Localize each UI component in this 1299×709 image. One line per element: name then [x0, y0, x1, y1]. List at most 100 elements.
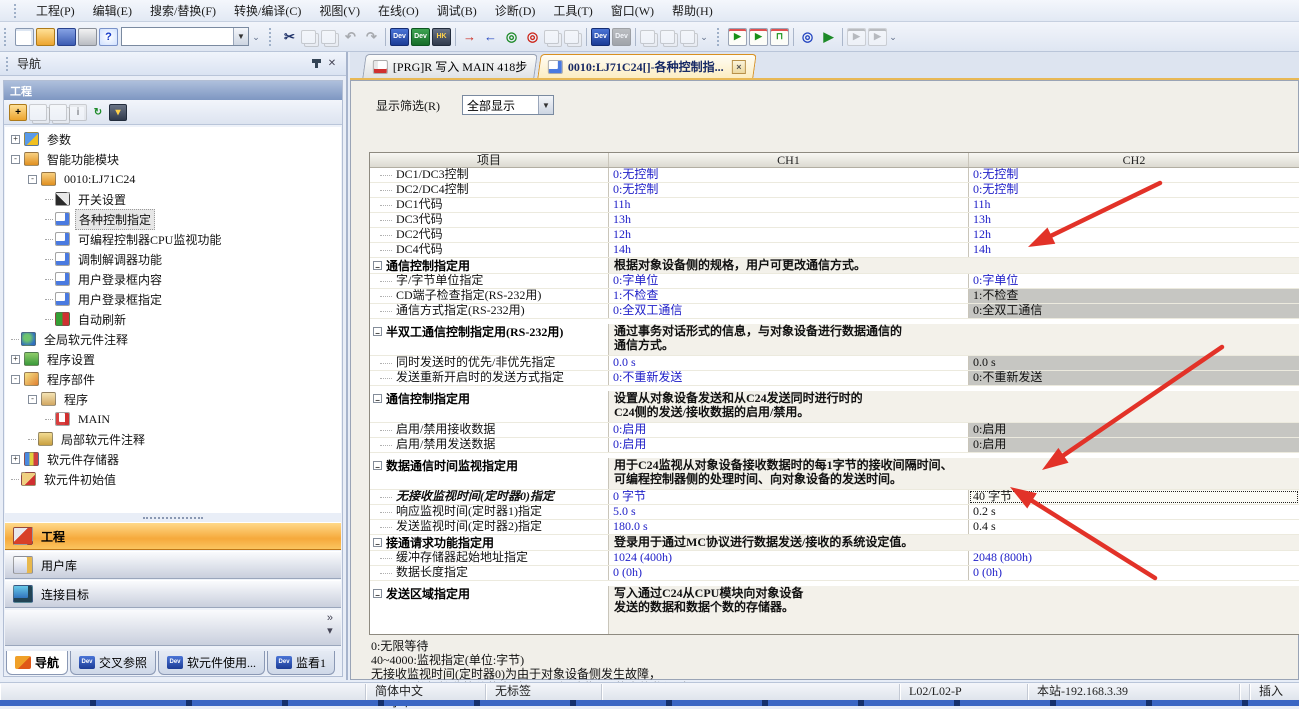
ch1-value-cell[interactable]: 0:无控制: [609, 183, 969, 197]
verify-with-plc-icon[interactable]: ◎: [502, 28, 521, 46]
expand-icon[interactable]: +: [11, 355, 20, 364]
tree-item-label[interactable]: 程序部件: [44, 370, 98, 389]
refresh-view-icon[interactable]: ↻: [89, 104, 107, 121]
menu-item-搜索/替换(F)[interactable]: 搜索/替换(F): [141, 0, 225, 21]
toolbar-overflow-chevron[interactable]: ⌄: [251, 26, 261, 48]
dock-tab-交叉参照[interactable]: Dev交叉参照: [70, 651, 156, 675]
collapse-icon[interactable]: −: [373, 538, 382, 547]
monitor-stop-icon[interactable]: ▶: [749, 28, 768, 46]
menu-item-转换/编译(C)[interactable]: 转换/编译(C): [225, 0, 310, 21]
tree-item[interactable]: -智能功能模块: [5, 149, 341, 169]
close-icon[interactable]: ×: [732, 60, 746, 74]
tree-item-label[interactable]: 0010:LJ71C24: [61, 171, 138, 188]
menu-item-工具(T)[interactable]: 工具(T): [544, 0, 601, 21]
menu-item-调试(B)[interactable]: 调试(B): [428, 0, 486, 21]
tree-item-label[interactable]: 开关设置: [75, 190, 129, 209]
tree-item-label[interactable]: 软元件初始值: [41, 470, 119, 489]
menu-item-编辑(E)[interactable]: 编辑(E): [84, 0, 141, 21]
ch2-value-cell[interactable]: 0:启用: [969, 423, 1299, 437]
tree-item-label[interactable]: 参数: [44, 130, 74, 149]
sort-filter-icon[interactable]: ▾: [109, 104, 127, 121]
ch1-value-cell[interactable]: 0:不重新发送: [609, 371, 969, 385]
tree-item[interactable]: 可编程控制器CPU监视功能: [5, 229, 341, 249]
expand-icon[interactable]: +: [11, 135, 20, 144]
write-to-plc-icon[interactable]: →: [460, 28, 479, 46]
ch2-value-cell[interactable]: 0.2 s: [969, 505, 1299, 519]
expand-icon[interactable]: -: [11, 375, 20, 384]
ch2-value-cell[interactable]: 1:不检查: [969, 289, 1299, 303]
tree-item-label[interactable]: 智能功能模块: [44, 150, 122, 169]
dock-tab-导航[interactable]: 导航: [6, 651, 68, 675]
expand-chevron[interactable]: »▾: [327, 612, 333, 638]
workspace-button-连接目标[interactable]: 连接目标: [5, 580, 341, 608]
ch2-value-cell[interactable]: 0.4 s: [969, 520, 1299, 534]
tree-item-label[interactable]: 各种控制指定: [75, 209, 155, 230]
tree-item[interactable]: + 程序设置: [5, 349, 341, 369]
toolbar-overflow-chevron[interactable]: ⌄: [699, 26, 709, 48]
ch1-value-cell[interactable]: 14h: [609, 243, 969, 257]
workspace-button-用户库[interactable]: 用户库: [5, 551, 341, 579]
tree-item[interactable]: 用户登录框指定: [5, 289, 341, 309]
device-test-icon[interactable]: ▶: [819, 28, 838, 46]
tree-item[interactable]: 各种控制指定: [5, 209, 341, 229]
document-tab[interactable]: [PRG]R 写入 MAIN 418步: [362, 54, 538, 78]
ch1-value-cell[interactable]: 180.0 s: [609, 520, 969, 534]
ch2-value-cell[interactable]: 0:全双工通信: [969, 304, 1299, 318]
ch2-value-cell[interactable]: 0.0 s: [969, 356, 1299, 370]
ch1-value-cell[interactable]: 0 (0h): [609, 566, 969, 580]
new-data-icon[interactable]: +: [9, 104, 27, 121]
ch1-value-cell[interactable]: 0 字节: [609, 490, 969, 504]
new-project-icon[interactable]: [15, 28, 34, 46]
chevron-down-icon[interactable]: ▼: [233, 28, 248, 45]
display-filter-combo[interactable]: 全部显示 ▼: [462, 95, 554, 115]
ch1-value-cell[interactable]: 13h: [609, 213, 969, 227]
tree-item-label[interactable]: 程序设置: [44, 350, 98, 369]
dock-tab-监看1[interactable]: Dev监看1: [267, 651, 335, 675]
document-tab[interactable]: 0010:LJ71C24[]-各种控制指...×: [538, 54, 757, 78]
monitor-find-icon[interactable]: Dev: [411, 28, 430, 46]
tree-item-label[interactable]: 全局软元件注释: [41, 330, 131, 349]
cut-icon[interactable]: ✂: [280, 28, 299, 46]
collapse-icon[interactable]: −: [373, 261, 382, 270]
function-combo-input[interactable]: ▼: [121, 27, 249, 46]
ch1-value-cell[interactable]: 0:字单位: [609, 274, 969, 288]
expand-icon[interactable]: -: [28, 395, 37, 404]
device-display-icon[interactable]: Dev: [591, 28, 610, 46]
tree-item[interactable]: 自动刷新: [5, 309, 341, 329]
help-icon[interactable]: ?: [99, 28, 118, 46]
tree-item[interactable]: 软元件初始值: [5, 469, 341, 489]
ch1-value-cell[interactable]: 0.0 s: [609, 356, 969, 370]
ch2-value-cell[interactable]: 13h: [969, 213, 1299, 227]
collapse-icon[interactable]: −: [373, 461, 382, 470]
workspace-button-工程[interactable]: 工程: [5, 522, 341, 550]
tree-item-label[interactable]: 调制解调器功能: [75, 250, 165, 269]
ch1-value-cell[interactable]: 0:启用: [609, 438, 969, 452]
tree-item-label[interactable]: 用户登录框指定: [75, 290, 165, 309]
toolbar-overflow-chevron[interactable]: ⌄: [888, 26, 898, 48]
print-icon[interactable]: [78, 28, 97, 46]
expand-icon[interactable]: -: [28, 175, 37, 184]
find-zoom-icon[interactable]: ◎: [798, 28, 817, 46]
close-icon[interactable]: ✕: [324, 56, 340, 71]
menu-item-帮助(H)[interactable]: 帮助(H): [663, 0, 722, 21]
remote-operation-icon[interactable]: ◎: [523, 28, 542, 46]
collapse-icon[interactable]: −: [373, 327, 382, 336]
dock-tab-软元件使用...[interactable]: Dev软元件使用...: [158, 651, 265, 675]
tree-item[interactable]: - 程序: [5, 389, 341, 409]
ch1-value-cell[interactable]: 0:启用: [609, 423, 969, 437]
tree-item[interactable]: 用户登录框内容: [5, 269, 341, 289]
menu-item-在线(O)[interactable]: 在线(O): [369, 0, 428, 21]
tree-item-label[interactable]: 程序: [61, 390, 91, 409]
tree-item-label[interactable]: MAIN: [75, 411, 113, 428]
ch2-value-cell[interactable]: 12h: [969, 228, 1299, 242]
device-find-icon[interactable]: Dev: [390, 28, 409, 46]
panel-splitter[interactable]: [5, 513, 341, 522]
ch1-value-cell[interactable]: 0:全双工通信: [609, 304, 969, 318]
tree-item[interactable]: - 程序部件: [5, 369, 341, 389]
menu-item-窗口(W)[interactable]: 窗口(W): [602, 0, 663, 21]
monitor-start-icon[interactable]: ▶: [728, 28, 747, 46]
ch2-value-cell[interactable]: 0:无控制: [969, 168, 1299, 182]
tree-item-label[interactable]: 用户登录框内容: [75, 270, 165, 289]
ch2-value-cell[interactable]: 2048 (800h): [969, 551, 1299, 565]
tree-item[interactable]: 调制解调器功能: [5, 249, 341, 269]
